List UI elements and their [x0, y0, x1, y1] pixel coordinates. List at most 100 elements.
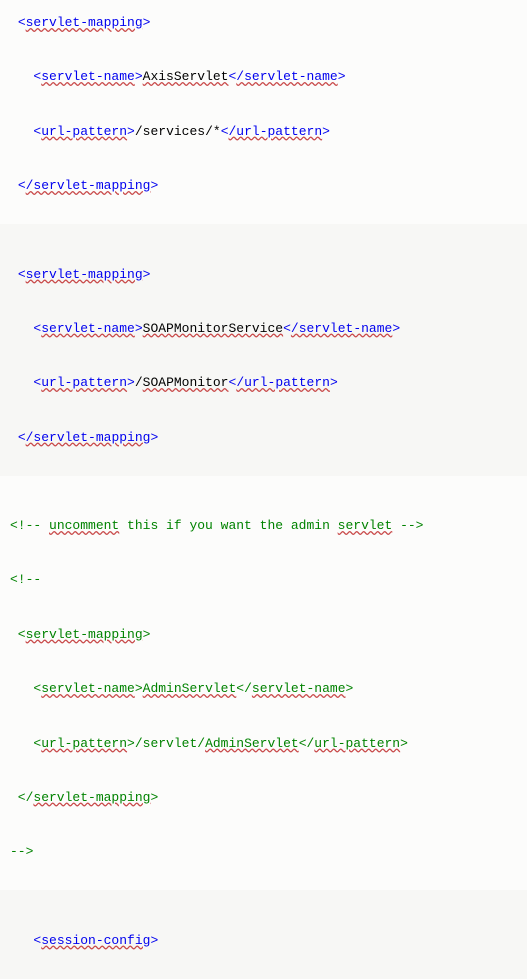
- c-tag: url-pattern: [314, 736, 400, 751]
- c-text: >: [346, 681, 354, 696]
- c-tag: url-pattern: [41, 736, 127, 751]
- tag-servlet-name: servlet-name: [41, 69, 135, 84]
- c-tag: servlet-name: [41, 681, 135, 696]
- tag-url-pattern: url-pattern: [41, 124, 127, 139]
- tag-close-url-pattern: /url-pattern: [229, 124, 323, 139]
- c-line-url-pattern: <url-pattern>/servlet/AdminServlet</url-…: [10, 735, 517, 753]
- angle-close: >: [150, 178, 158, 193]
- line-open-servlet-mapping: <servlet-mapping>: [10, 14, 517, 32]
- blank-line: [10, 653, 517, 671]
- c-text: <: [10, 681, 41, 696]
- c-tag: servlet-name: [252, 681, 346, 696]
- line-open-servlet-mapping: <servlet-mapping>: [10, 266, 517, 284]
- blank-line: [10, 490, 517, 508]
- blank-line: [10, 401, 517, 419]
- c-line-open-servlet-mapping: <servlet-mapping>: [10, 626, 517, 644]
- blank-line: [10, 707, 517, 725]
- tag-close-url-pattern: /url-pattern: [236, 375, 330, 390]
- line-servlet-name: <servlet-name>SOAPMonitorService</servle…: [10, 320, 517, 338]
- angle-open: <: [18, 267, 26, 282]
- angle-open: <: [18, 15, 26, 30]
- tag-url-pattern: url-pattern: [41, 375, 127, 390]
- angle-close: >: [150, 430, 158, 445]
- blank-line: [10, 762, 517, 780]
- c-text: >/servlet/: [127, 736, 205, 751]
- line-close-servlet-mapping: </servlet-mapping>: [10, 429, 517, 447]
- c-text: >: [400, 736, 408, 751]
- comment-close: -->: [392, 518, 423, 533]
- angle-open: <: [283, 321, 291, 336]
- servlet-name-value: AxisServlet: [143, 69, 229, 84]
- c-value: AdminServlet: [205, 736, 299, 751]
- blank-line: [10, 816, 517, 834]
- comment-word-servlet: servlet: [338, 518, 393, 533]
- blank-line: [10, 96, 517, 114]
- blank-line: [10, 347, 517, 365]
- comment-line: <!-- uncomment this if you want the admi…: [10, 517, 517, 535]
- c-text: </: [236, 681, 252, 696]
- code-block-1: <servlet-mapping> <servlet-name>AxisServ…: [0, 0, 527, 224]
- angle-close: >: [330, 375, 338, 390]
- url-pattern-value: SOAPMonitor: [143, 375, 229, 390]
- blank-line: [10, 904, 517, 922]
- angle-open: <: [33, 933, 41, 948]
- blank-line: [10, 599, 517, 617]
- comment-end-text: -->: [10, 844, 33, 859]
- c-value: AdminServlet: [143, 681, 237, 696]
- angle-close: >: [143, 15, 151, 30]
- angle-close: >: [392, 321, 400, 336]
- angle-close: >: [322, 124, 330, 139]
- line-close-servlet-mapping: </servlet-mapping>: [10, 177, 517, 195]
- angle-open: <: [18, 178, 26, 193]
- comment-start: <!--: [10, 571, 517, 589]
- code-block-2: <servlet-mapping> <servlet-name>SOAPMoni…: [0, 224, 527, 476]
- code-block-4: <session-config>: [0, 890, 527, 978]
- comment-word-uncomment: uncomment: [49, 518, 119, 533]
- tag-servlet-mapping: servlet-mapping: [26, 267, 143, 282]
- c-tag: servlet-mapping: [33, 790, 150, 805]
- angle-open: <: [221, 124, 229, 139]
- servlet-name-value: SOAPMonitorService: [143, 321, 283, 336]
- c-line-close-servlet-mapping: </servlet-mapping>: [10, 789, 517, 807]
- blank-line: [10, 544, 517, 562]
- tag-servlet-mapping: servlet-mapping: [26, 15, 143, 30]
- angle-close: >: [135, 321, 143, 336]
- c-text: >: [150, 790, 158, 805]
- code-block-3: <!-- uncomment this if you want the admi…: [0, 476, 527, 891]
- c-text: >: [143, 627, 151, 642]
- angle-close: >: [143, 267, 151, 282]
- c-line-servlet-name: <servlet-name>AdminServlet</servlet-name…: [10, 680, 517, 698]
- c-text: >: [135, 681, 143, 696]
- blank-line: [10, 41, 517, 59]
- comment-mid: this if you want the admin: [119, 518, 337, 533]
- url-pattern-slash: /: [135, 375, 143, 390]
- c-text: </: [299, 736, 315, 751]
- angle-close: >: [135, 69, 143, 84]
- c-text: </: [10, 790, 33, 805]
- line-open-session-config: <session-config>: [10, 932, 517, 950]
- c-tag: servlet-mapping: [26, 627, 143, 642]
- c-text: <: [10, 736, 41, 751]
- url-pattern-value: /services/*: [135, 124, 221, 139]
- comment-start-text: <!--: [10, 572, 41, 587]
- angle-close: >: [127, 124, 135, 139]
- blank-line: [10, 293, 517, 311]
- angle-close: >: [150, 933, 158, 948]
- tag-close-servlet-name: /servlet-name: [291, 321, 392, 336]
- line-url-pattern: <url-pattern>/SOAPMonitor</url-pattern>: [10, 374, 517, 392]
- blank-line: [10, 238, 517, 256]
- c-text: <: [10, 627, 26, 642]
- angle-close: >: [338, 69, 346, 84]
- blank-line: [10, 150, 517, 168]
- angle-open: <: [18, 430, 26, 445]
- line-url-pattern: <url-pattern>/services/*</url-pattern>: [10, 123, 517, 141]
- tag-close-servlet-mapping: /servlet-mapping: [26, 430, 151, 445]
- angle-close: >: [127, 375, 135, 390]
- tag-session-config: session-config: [41, 933, 150, 948]
- tag-close-servlet-name: /servlet-name: [236, 69, 337, 84]
- tag-close-servlet-mapping: /servlet-mapping: [26, 178, 151, 193]
- comment-open: <!--: [10, 518, 49, 533]
- tag-servlet-name: servlet-name: [41, 321, 135, 336]
- comment-end: -->: [10, 843, 517, 861]
- line-servlet-name: <servlet-name>AxisServlet</servlet-name>: [10, 68, 517, 86]
